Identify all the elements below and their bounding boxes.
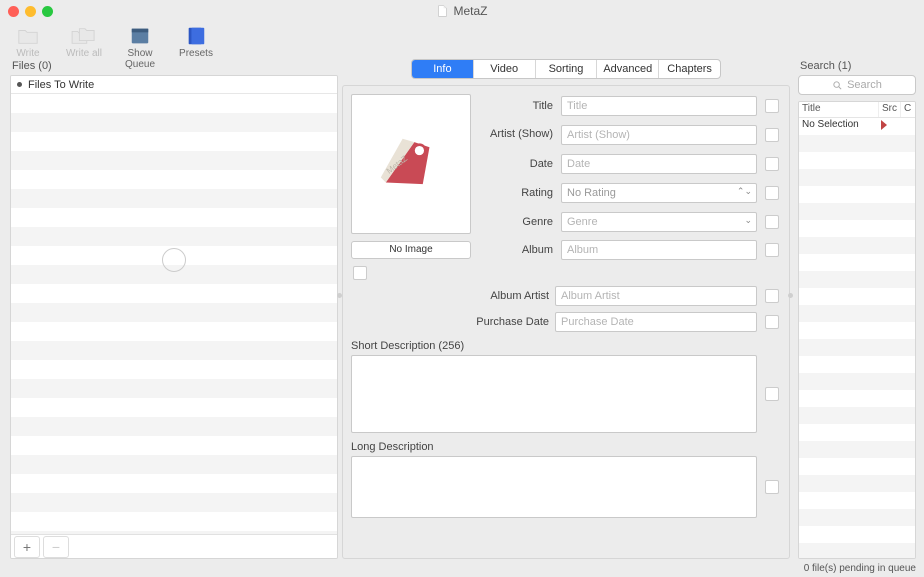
files-list[interactable] — [11, 94, 337, 534]
search-icon — [832, 80, 843, 91]
search-placeholder: Search — [847, 79, 882, 91]
splitter-right[interactable] — [788, 293, 793, 298]
album-artist-checkbox[interactable] — [765, 289, 779, 303]
date-field[interactable] — [561, 154, 757, 174]
col-title[interactable]: Title — [799, 102, 879, 117]
tab-sorting[interactable]: Sorting — [536, 60, 598, 78]
purchase-date-label: Purchase Date — [351, 316, 549, 328]
splitter-left[interactable] — [337, 293, 342, 298]
result-title: No Selection — [799, 118, 879, 135]
genre-label: Genre — [477, 216, 555, 228]
files-panel: Files To Write + − — [10, 75, 338, 559]
window-title: MetaZ — [0, 4, 924, 18]
metadata-tabs: Info Video Sorting Advanced Chapters — [411, 59, 721, 79]
status-text: 0 file(s) pending in queue — [804, 563, 916, 574]
queue-icon — [127, 25, 153, 47]
remove-file-button[interactable]: − — [43, 536, 69, 558]
album-label: Album — [477, 244, 555, 256]
album-artist-field[interactable] — [555, 286, 757, 306]
title-checkbox[interactable] — [765, 99, 779, 113]
search-header: Search (1) — [798, 59, 916, 75]
files-header: Files (0) — [10, 59, 338, 75]
long-desc-checkbox[interactable] — [765, 480, 779, 494]
genre-field[interactable] — [561, 212, 757, 232]
chevron-updown-icon: ⌃⌄ — [737, 186, 752, 197]
bullet-icon — [17, 82, 22, 87]
artist-label: Artist (Show) — [477, 129, 555, 140]
result-c — [901, 118, 915, 135]
spinner-icon — [162, 248, 186, 272]
queue-header-row[interactable]: Files To Write — [11, 76, 337, 94]
no-image-button[interactable]: No Image — [351, 241, 471, 259]
title-field[interactable] — [561, 96, 757, 116]
short-desc-field[interactable] — [351, 355, 757, 433]
album-artist-label: Album Artist — [351, 290, 549, 302]
purchase-date-field[interactable] — [555, 312, 757, 332]
chevron-down-icon: ⌄ — [744, 215, 752, 226]
folder-icon — [15, 25, 41, 47]
window-title-text: MetaZ — [453, 4, 487, 18]
rating-label: Rating — [477, 187, 555, 199]
date-label: Date — [477, 158, 555, 170]
tab-advanced[interactable]: Advanced — [597, 60, 659, 78]
tab-video[interactable]: Video — [474, 60, 536, 78]
artwork-checkbox[interactable] — [353, 266, 367, 280]
col-src[interactable]: Src — [879, 102, 901, 117]
date-checkbox[interactable] — [765, 157, 779, 171]
tab-info[interactable]: Info — [412, 60, 474, 78]
col-c[interactable]: C — [901, 102, 915, 117]
long-desc-label: Long Description — [351, 441, 781, 453]
info-panel: MetaZ No Image Title Artist (Show) Date … — [342, 85, 790, 559]
search-results-list[interactable]: No Selection — [799, 118, 915, 558]
search-result-row[interactable]: No Selection — [799, 118, 915, 135]
queue-header-label: Files To Write — [28, 79, 94, 91]
presets-icon — [183, 25, 209, 47]
search-input[interactable]: Search — [798, 75, 916, 95]
title-label: Title — [477, 100, 555, 112]
short-desc-checkbox[interactable] — [765, 387, 779, 401]
purchase-date-checkbox[interactable] — [765, 315, 779, 329]
artwork-well[interactable]: MetaZ — [351, 94, 471, 234]
result-src-icon — [879, 118, 901, 135]
search-results-panel: Title Src C No Selection — [798, 101, 916, 559]
document-icon — [436, 4, 449, 18]
artwork-placeholder-icon: MetaZ — [369, 122, 453, 206]
rating-checkbox[interactable] — [765, 186, 779, 200]
tab-chapters[interactable]: Chapters — [659, 60, 720, 78]
album-checkbox[interactable] — [765, 243, 779, 257]
titlebar: MetaZ — [0, 0, 924, 22]
folders-icon — [71, 25, 97, 47]
short-desc-label: Short Description (256) — [351, 340, 781, 352]
add-file-button[interactable]: + — [14, 536, 40, 558]
artist-checkbox[interactable] — [765, 128, 779, 142]
rating-select[interactable]: No Rating — [561, 183, 757, 203]
long-desc-field[interactable] — [351, 456, 757, 518]
genre-checkbox[interactable] — [765, 215, 779, 229]
status-bar: 0 file(s) pending in queue — [0, 559, 924, 577]
album-field[interactable] — [561, 240, 757, 260]
search-columns: Title Src C — [799, 102, 915, 118]
artist-field[interactable] — [561, 125, 757, 145]
